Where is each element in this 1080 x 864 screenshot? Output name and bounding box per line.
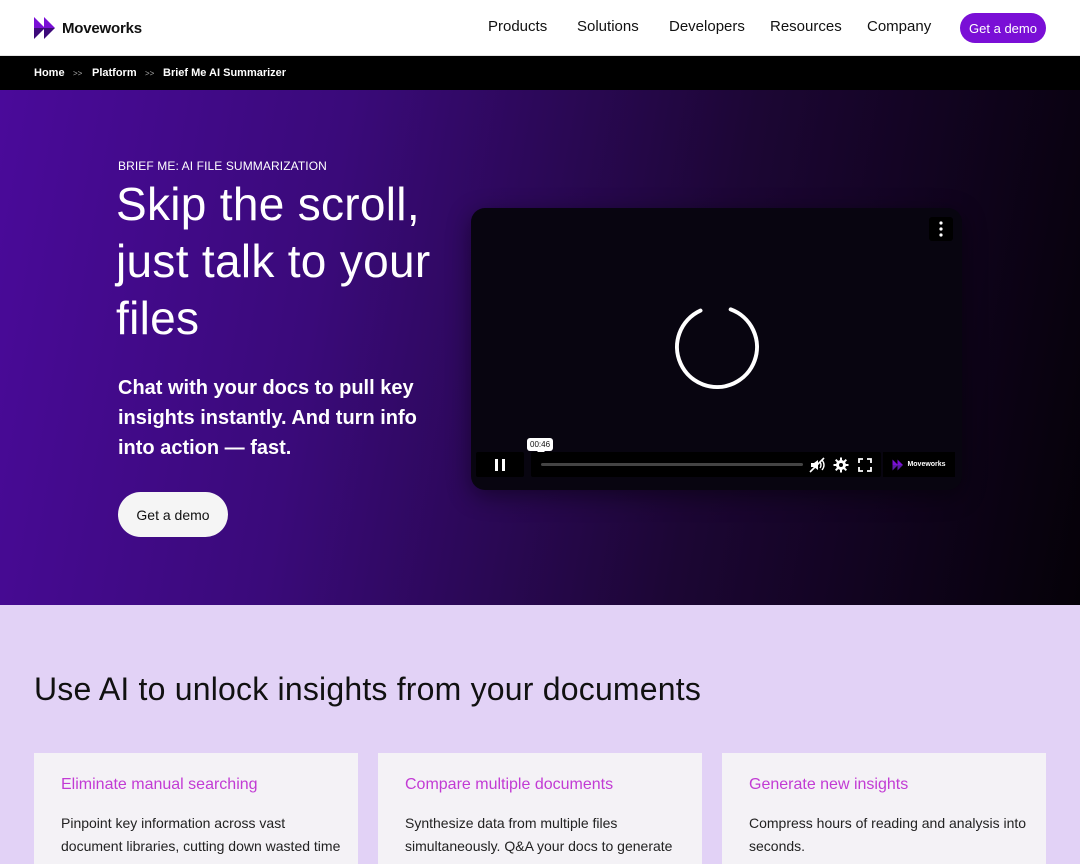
- progress-bar-container: [531, 452, 881, 477]
- loading-spinner-icon: [675, 305, 759, 389]
- feature-card-title: Eliminate manual searching: [61, 776, 258, 793]
- feature-card: Generate new insights Compress hours of …: [722, 753, 1046, 864]
- brand-logo[interactable]: Moveworks: [33, 16, 142, 40]
- features-title: Use AI to unlock insights from your docu…: [34, 671, 702, 707]
- feature-card-title: Generate new insights: [749, 776, 909, 793]
- video-controls: [476, 452, 886, 477]
- hero-subtitle: Chat with your docs to pull key insights…: [118, 377, 417, 459]
- feature-card-body: Compress hours of reading and analysis i…: [749, 815, 1027, 854]
- pause-button[interactable]: [476, 452, 524, 477]
- video-brand-name: Moveworks: [907, 461, 946, 468]
- nav-products[interactable]: Products: [488, 18, 547, 35]
- feature-card: Eliminate manual searching Pinpoint key …: [34, 753, 358, 864]
- pause-icon: [495, 458, 505, 471]
- mute-icon[interactable]: [809, 457, 825, 473]
- nav-developers[interactable]: Developers: [669, 18, 745, 35]
- moveworks-logo-icon: [34, 17, 55, 39]
- breadcrumb-separator: >>: [145, 69, 155, 78]
- video-player[interactable]: 00:46 Moveworks: [471, 208, 962, 490]
- breadcrumb-separator: >>: [73, 69, 83, 78]
- video-brand-badge[interactable]: Moveworks: [883, 452, 955, 477]
- hero-eyebrow: BRIEF ME: AI FILE SUMMARIZATION: [118, 159, 327, 173]
- feature-card-title: Compare multiple documents: [405, 776, 614, 793]
- hero-section: BRIEF ME: AI FILE SUMMARIZATION Skip the…: [0, 90, 1080, 605]
- brand-name: Moveworks: [62, 19, 142, 37]
- features-section: Use AI to unlock insights from your docu…: [0, 605, 1080, 864]
- breadcrumb-current: Brief Me AI Summarizer: [163, 67, 287, 79]
- time-tooltip: 00:46: [527, 438, 554, 455]
- settings-gear-icon[interactable]: [833, 457, 849, 473]
- get-demo-hero-button[interactable]: Get a demo: [118, 492, 228, 537]
- nav-resources[interactable]: Resources: [770, 18, 842, 35]
- feature-card: Compare multiple documents Synthesize da…: [378, 753, 702, 864]
- hero-title: Skip the scroll, just talk to your files: [116, 178, 431, 344]
- progress-track[interactable]: [541, 463, 803, 466]
- feature-card-body: Synthesize data from multiple files simu…: [405, 815, 673, 854]
- breadcrumb-home[interactable]: Home: [34, 67, 65, 79]
- fullscreen-icon[interactable]: [857, 457, 873, 473]
- breadcrumb-platform[interactable]: Platform: [92, 67, 137, 79]
- feature-card-body: Pinpoint key information across vast doc…: [61, 815, 341, 854]
- nav-solutions[interactable]: Solutions: [577, 18, 639, 35]
- breadcrumb: Home >> Platform >> Brief Me AI Summariz…: [0, 56, 1080, 90]
- moveworks-logo-icon: [892, 459, 904, 470]
- get-demo-nav-button[interactable]: Get a demo: [960, 13, 1046, 43]
- nav-company[interactable]: Company: [867, 18, 931, 35]
- top-navigation: Moveworks Products Solutions Developers …: [0, 0, 1080, 56]
- more-options-icon[interactable]: [929, 217, 953, 241]
